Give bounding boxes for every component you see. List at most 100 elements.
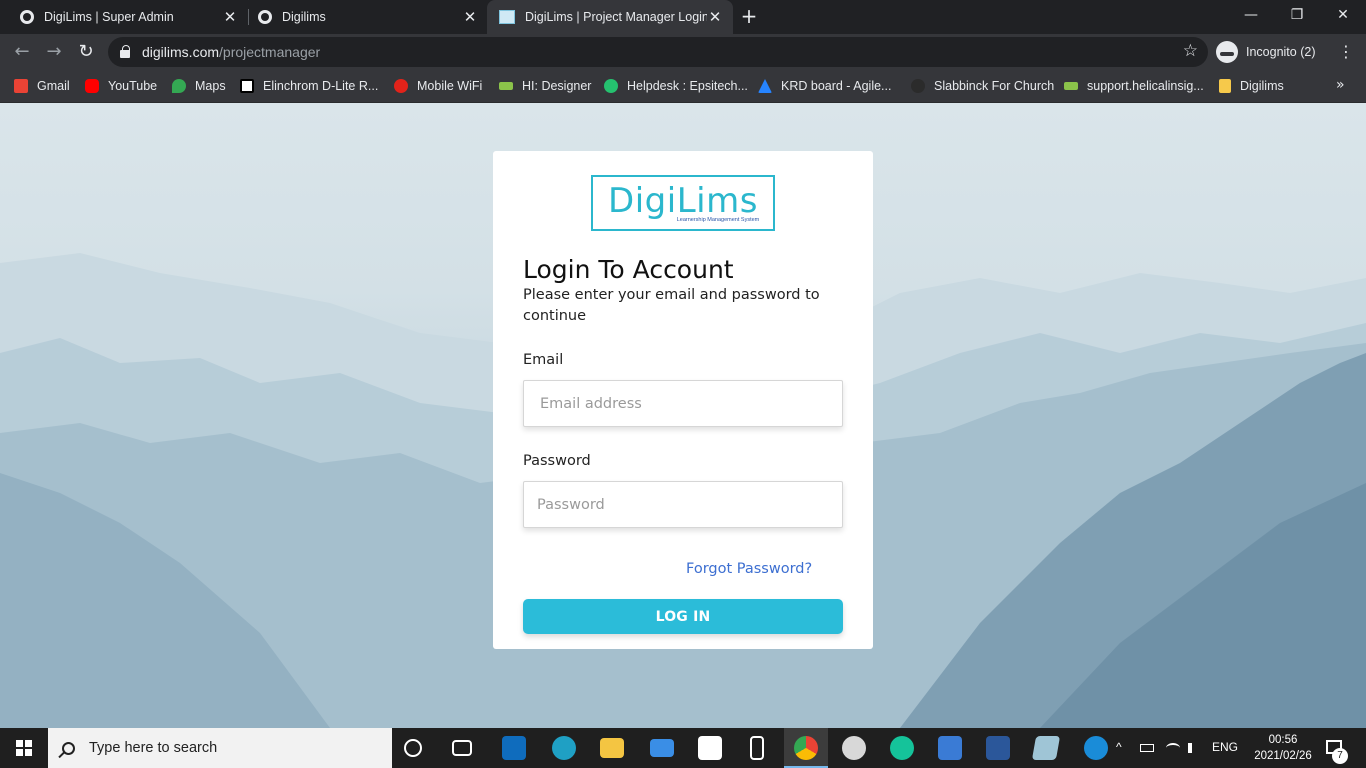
bookmark-gmail[interactable]: Gmail — [14, 77, 70, 95]
jira-icon — [758, 79, 772, 93]
tab-super-admin[interactable]: DigiLims | Super Admin ✕ — [0, 0, 248, 34]
login-instructions: Please enter your email and password to … — [523, 287, 820, 324]
incognito-icon — [1216, 41, 1238, 63]
back-button[interactable]: ← — [10, 40, 34, 64]
search-icon — [62, 741, 75, 755]
app-s-icon[interactable] — [750, 736, 764, 760]
browser-menu-button[interactable]: ⋮ — [1338, 40, 1354, 64]
volume-icon[interactable] — [1188, 743, 1200, 753]
logo-subtitle: Learnership Management System — [676, 217, 760, 223]
amazon-icon[interactable] — [698, 736, 722, 760]
tab-title: DigiLims | Project Manager Login — [525, 10, 707, 24]
bookmark-label: HI: Designer — [522, 79, 592, 93]
folder-icon — [1219, 79, 1231, 93]
reload-button[interactable]: ↻ — [74, 40, 98, 64]
new-tab-button[interactable]: + — [738, 5, 760, 27]
forward-button[interactable]: → — [42, 40, 66, 64]
helical-icon — [1064, 82, 1078, 90]
page-title: Login To Account — [523, 255, 734, 284]
page-viewport: DigiLims Learnership Management System L… — [0, 103, 1366, 728]
file-explorer-icon[interactable] — [600, 738, 624, 758]
paint-icon[interactable] — [842, 736, 866, 760]
grammarly-icon[interactable] — [890, 736, 914, 760]
email-field[interactable] — [523, 380, 843, 427]
help-icon[interactable] — [1084, 736, 1108, 760]
bookmark-hi-designer[interactable]: HI: Designer — [499, 77, 591, 95]
bookmark-label: Maps — [195, 79, 226, 93]
password-label: Password — [523, 453, 591, 469]
word-icon[interactable] — [986, 736, 1010, 760]
url-text[interactable]: digilims.com/projectmanager — [142, 44, 320, 60]
bookmark-label: YouTube — [108, 79, 158, 93]
bookmark-label: Gmail — [37, 79, 70, 93]
globe-icon — [258, 10, 272, 24]
tab-strip: DigiLims | Super Admin ✕ Digilims ✕ Digi… — [0, 0, 1366, 34]
bookmark-label: KRD board - Agile... — [781, 79, 892, 93]
battery-icon[interactable] — [1140, 744, 1154, 752]
outlook-icon[interactable] — [502, 736, 526, 760]
notifications-badge: 7 — [1332, 748, 1348, 764]
password-field[interactable] — [523, 481, 843, 528]
mail-icon[interactable] — [650, 739, 674, 757]
bookmark-helical[interactable]: support.helicalinsig... — [1064, 77, 1204, 95]
lock-icon[interactable] — [120, 45, 130, 58]
tray-chevron-icon[interactable]: ^ — [1116, 740, 1122, 754]
edge-icon[interactable] — [552, 736, 576, 760]
search-placeholder: Type here to search — [89, 740, 218, 756]
chrome-icon[interactable] — [794, 736, 818, 760]
login-button[interactable]: LOG IN — [523, 599, 843, 634]
address-bar[interactable]: digilims.com/projectmanager ☆ — [108, 37, 1208, 67]
incognito-profile-button[interactable]: Incognito (2) — [1216, 38, 1315, 66]
minimize-button[interactable]: — — [1228, 0, 1274, 30]
url-path: /projectmanager — [219, 44, 321, 60]
digilims-favicon-icon — [499, 10, 515, 24]
incognito-label: Incognito (2) — [1246, 45, 1316, 59]
notes-icon[interactable] — [1031, 736, 1061, 760]
bookmark-elinchrom[interactable]: Elinchrom D-Lite R... — [240, 77, 378, 95]
bookmark-label: Elinchrom D-Lite R... — [263, 79, 379, 93]
browser-toolbar: ← → ↻ digilims.com/projectmanager ☆ Inco… — [0, 34, 1366, 70]
digilims-logo: DigiLims Learnership Management System — [591, 175, 775, 231]
helpdesk-icon — [604, 79, 618, 93]
wifi-icon[interactable] — [1166, 743, 1180, 753]
hi-designer-icon — [499, 82, 513, 90]
bookmarks-bar: Gmail YouTube Maps Elinchrom D-Lite R...… — [0, 70, 1366, 103]
bookmark-krd-board[interactable]: KRD board - Agile... — [758, 77, 891, 95]
start-button[interactable] — [0, 728, 48, 768]
network-tool-icon[interactable] — [938, 736, 962, 760]
forgot-password-link[interactable]: Forgot Password? — [686, 561, 812, 577]
clock-time: 00:56 — [1268, 734, 1298, 746]
language-indicator[interactable]: ENG — [1212, 740, 1238, 754]
email-label: Email — [523, 352, 564, 368]
clock-date: 2021/02/26 — [1254, 750, 1312, 762]
taskbar-clock[interactable]: 00:56 2021/02/26 — [1248, 732, 1318, 764]
url-domain: digilims.com — [142, 44, 220, 60]
bookmark-helpdesk[interactable]: Helpdesk : Epsitech... — [604, 77, 748, 95]
tab-digilims[interactable]: Digilims ✕ — [238, 0, 488, 34]
tab-title: DigiLims | Super Admin — [44, 10, 174, 24]
bookmark-slabbinck[interactable]: Slabbinck For Church — [911, 77, 1054, 95]
cortana-icon[interactable] — [404, 739, 422, 757]
huawei-icon — [394, 79, 408, 93]
bookmark-label: Slabbinck For Church — [934, 79, 1055, 93]
close-tab-icon[interactable]: ✕ — [707, 8, 723, 26]
elinchrom-icon — [240, 79, 254, 93]
globe-icon — [20, 10, 34, 24]
tab-project-manager-login[interactable]: DigiLims | Project Manager Login ✕ — [487, 0, 733, 34]
bookmark-label: Mobile WiFi — [417, 79, 483, 93]
bookmark-star-icon[interactable]: ☆ — [1183, 41, 1198, 61]
bookmark-maps[interactable]: Maps — [172, 77, 226, 95]
taskbar-search[interactable]: Type here to search — [48, 728, 392, 768]
bookmark-label: Digilims — [1240, 79, 1284, 93]
close-window-button[interactable]: ✕ — [1320, 0, 1366, 30]
close-tab-icon[interactable]: ✕ — [462, 8, 478, 26]
close-tab-icon[interactable]: ✕ — [222, 8, 238, 26]
task-view-icon[interactable] — [452, 740, 472, 756]
more-bookmarks-button[interactable]: » — [1336, 77, 1345, 93]
windows-icon — [16, 740, 32, 756]
maximize-button[interactable]: ❐ — [1274, 0, 1320, 30]
bookmark-youtube[interactable]: YouTube — [85, 77, 157, 95]
bookmark-mobile-wifi[interactable]: Mobile WiFi — [394, 77, 482, 95]
bookmark-folder-digilims[interactable]: Digilims — [1219, 77, 1284, 95]
login-card: DigiLims Learnership Management System L… — [493, 151, 873, 649]
